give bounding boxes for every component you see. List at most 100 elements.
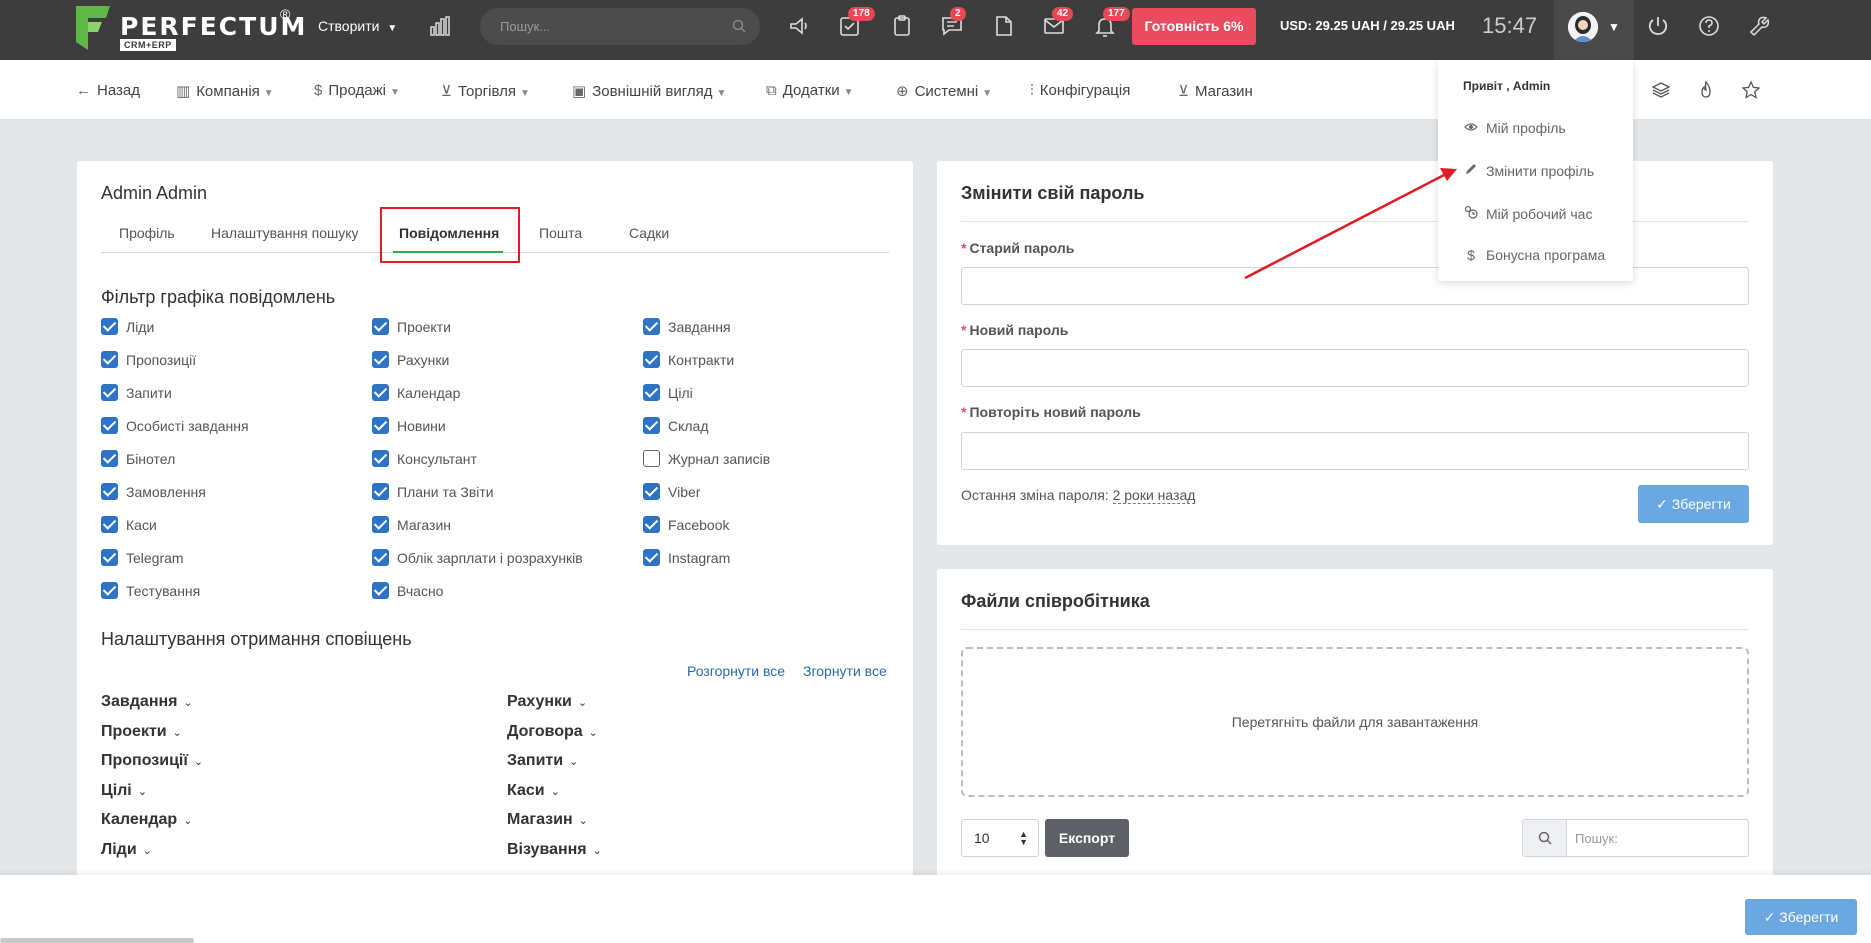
filter-checkbox[interactable]: Цілі xyxy=(643,384,693,401)
filter-checkbox[interactable]: Журнал записів xyxy=(643,450,770,467)
notification-accordion[interactable]: Цілі ⌄ xyxy=(101,782,147,800)
mail-button[interactable]: 42 xyxy=(1042,7,1074,38)
filter-checkbox[interactable]: Каси xyxy=(101,516,157,533)
menu-edit-profile[interactable]: Змінити профіль xyxy=(1464,162,1594,179)
nav-sales[interactable]: $ Продажі ▼ xyxy=(314,82,400,99)
checkbox-checked-icon xyxy=(101,318,118,335)
files-search-input[interactable] xyxy=(1575,820,1735,856)
menu-my-profile[interactable]: Мій профіль xyxy=(1464,120,1566,136)
tab-mail[interactable]: Пошта xyxy=(539,225,582,241)
notification-accordion[interactable]: Ліди ⌄ xyxy=(101,841,152,859)
filter-checkbox[interactable]: Календар xyxy=(372,384,460,401)
filter-checkbox[interactable]: Облік зарплати і розрахунків xyxy=(372,549,583,566)
filter-checkbox[interactable]: Склад xyxy=(643,417,709,434)
menu-bonus-program[interactable]: $ Бонусна програма xyxy=(1464,247,1605,263)
filter-checkbox[interactable]: Рахунки xyxy=(372,351,449,368)
new-password-field[interactable] xyxy=(961,349,1749,387)
star-icon[interactable] xyxy=(1741,80,1761,100)
checkbox-label: Проекти xyxy=(397,319,451,335)
menu-work-time[interactable]: Мій робочий час xyxy=(1464,205,1592,222)
megaphone-icon[interactable] xyxy=(788,14,812,38)
chevron-down-icon: ▼ xyxy=(982,88,993,99)
nav-system[interactable]: ⊕ Системні ▼ xyxy=(896,82,992,100)
chevron-down-icon: ▼ xyxy=(1608,20,1620,34)
global-search-input[interactable] xyxy=(500,8,720,45)
filter-checkbox[interactable]: Консультант xyxy=(372,450,477,467)
filter-checkbox[interactable]: Viber xyxy=(643,483,700,500)
filter-checkbox[interactable]: Замовлення xyxy=(101,483,206,500)
horizontal-scrollbar[interactable] xyxy=(0,938,194,943)
tasks-button[interactable]: 178 xyxy=(838,7,875,38)
bar-chart-icon[interactable] xyxy=(430,16,450,36)
chevron-down-icon: ▼ xyxy=(263,88,274,99)
image-icon: ▣ xyxy=(572,83,587,100)
wrench-icon[interactable] xyxy=(1748,14,1772,38)
clipboard-icon[interactable] xyxy=(890,14,914,38)
layers-icon[interactable] xyxy=(1651,80,1671,100)
help-icon[interactable] xyxy=(1697,14,1721,38)
notification-accordion[interactable]: Візування ⌄ xyxy=(507,841,602,859)
nav-system-label: Системні xyxy=(914,83,979,100)
chevron-down-icon: ▼ xyxy=(389,87,400,98)
tab-kindergartens[interactable]: Садки xyxy=(629,225,669,241)
user-menu-toggle[interactable]: ▼ xyxy=(1554,0,1634,60)
fire-icon[interactable] xyxy=(1696,80,1716,100)
nav-back[interactable]: ← Назад xyxy=(76,82,140,99)
messages-button[interactable]: 2 xyxy=(940,7,966,38)
filter-checkbox[interactable]: Особисті завдання xyxy=(101,417,249,434)
nav-company[interactable]: ▥ Компанія ▼ xyxy=(176,82,274,100)
checkbox-checked-icon xyxy=(372,549,389,566)
notification-accordion[interactable]: Завдання ⌄ xyxy=(101,693,193,711)
checkbox-label: Новини xyxy=(397,418,446,434)
filter-checkbox[interactable]: Магазин xyxy=(372,516,451,533)
repeat-password-field[interactable] xyxy=(961,432,1749,470)
filter-checkbox[interactable]: Завдання xyxy=(643,318,731,335)
filter-checkbox[interactable]: Бінотел xyxy=(101,450,175,467)
notification-accordion[interactable]: Пропозиції ⌄ xyxy=(101,752,203,770)
nav-addons[interactable]: ⧉ Додатки ▼ xyxy=(766,82,854,99)
logo[interactable]: PERFECTUM ® CRM+ERP xyxy=(76,6,305,52)
notifications-button[interactable]: 177 xyxy=(1093,7,1130,38)
tab-profile[interactable]: Профіль xyxy=(119,225,175,241)
notification-accordion[interactable]: Рахунки ⌄ xyxy=(507,693,587,711)
checkbox-label: Журнал записів xyxy=(668,451,771,467)
readiness-button[interactable]: Готовність 6% xyxy=(1132,8,1256,45)
nav-appearance[interactable]: ▣ Зовнішній вигляд ▼ xyxy=(572,82,726,100)
expand-all-link[interactable]: Розгорнути все xyxy=(687,663,785,679)
notification-accordion[interactable]: Каси ⌄ xyxy=(507,782,560,800)
filter-checkbox[interactable]: Instagram xyxy=(643,549,730,566)
notification-accordion[interactable]: Договора ⌄ xyxy=(507,723,598,741)
notification-accordion[interactable]: Проекти ⌄ xyxy=(101,723,182,741)
filter-checkbox[interactable]: Новини xyxy=(372,417,446,434)
filter-checkbox[interactable]: Facebook xyxy=(643,516,729,533)
checkbox-checked-icon xyxy=(372,483,389,500)
document-icon[interactable] xyxy=(992,14,1016,38)
create-button[interactable]: Створити ▼ xyxy=(318,18,397,34)
collapse-all-link[interactable]: Згорнути все xyxy=(803,663,887,679)
save-profile-button[interactable]: ✓ Зберегти xyxy=(1745,899,1857,935)
filter-checkbox[interactable]: Проекти xyxy=(372,318,451,335)
filter-checkbox[interactable]: Контракти xyxy=(643,351,734,368)
filter-checkbox[interactable]: Тестування xyxy=(101,582,200,599)
filter-checkbox[interactable]: Ліди xyxy=(101,318,154,335)
page-size-select[interactable]: 10 ▲ ▼ xyxy=(961,819,1039,857)
filter-checkbox[interactable]: Вчасно xyxy=(372,582,443,599)
nav-shop[interactable]: ⊻ Магазин xyxy=(1178,82,1253,100)
nav-configuration[interactable]: ⫶ Конфігурація xyxy=(1030,82,1130,99)
search-icon[interactable] xyxy=(732,19,746,33)
export-button[interactable]: Експорт xyxy=(1045,819,1129,857)
power-icon[interactable] xyxy=(1646,14,1670,38)
tab-search-settings[interactable]: Налаштування пошуку xyxy=(211,225,359,241)
notification-accordion[interactable]: Запити ⌄ xyxy=(507,752,578,770)
file-dropzone[interactable]: Перетягніть файли для завантаження xyxy=(961,647,1749,797)
filter-checkbox[interactable]: Запити xyxy=(101,384,172,401)
filter-checkbox[interactable]: Telegram xyxy=(101,549,184,566)
last-password-change: Остання зміна пароля: 2 роки назад xyxy=(961,487,1196,504)
nav-shop-label: Магазин xyxy=(1194,83,1253,100)
notification-accordion[interactable]: Календар ⌄ xyxy=(101,811,192,829)
filter-checkbox[interactable]: Плани та Звіти xyxy=(372,483,494,500)
filter-checkbox[interactable]: Пропозиції xyxy=(101,351,196,368)
save-password-button[interactable]: ✓ Зберегти xyxy=(1638,485,1749,523)
notification-accordion[interactable]: Магазин ⌄ xyxy=(507,811,588,829)
nav-trade[interactable]: ⊻ Торгівля ▼ xyxy=(441,82,530,100)
